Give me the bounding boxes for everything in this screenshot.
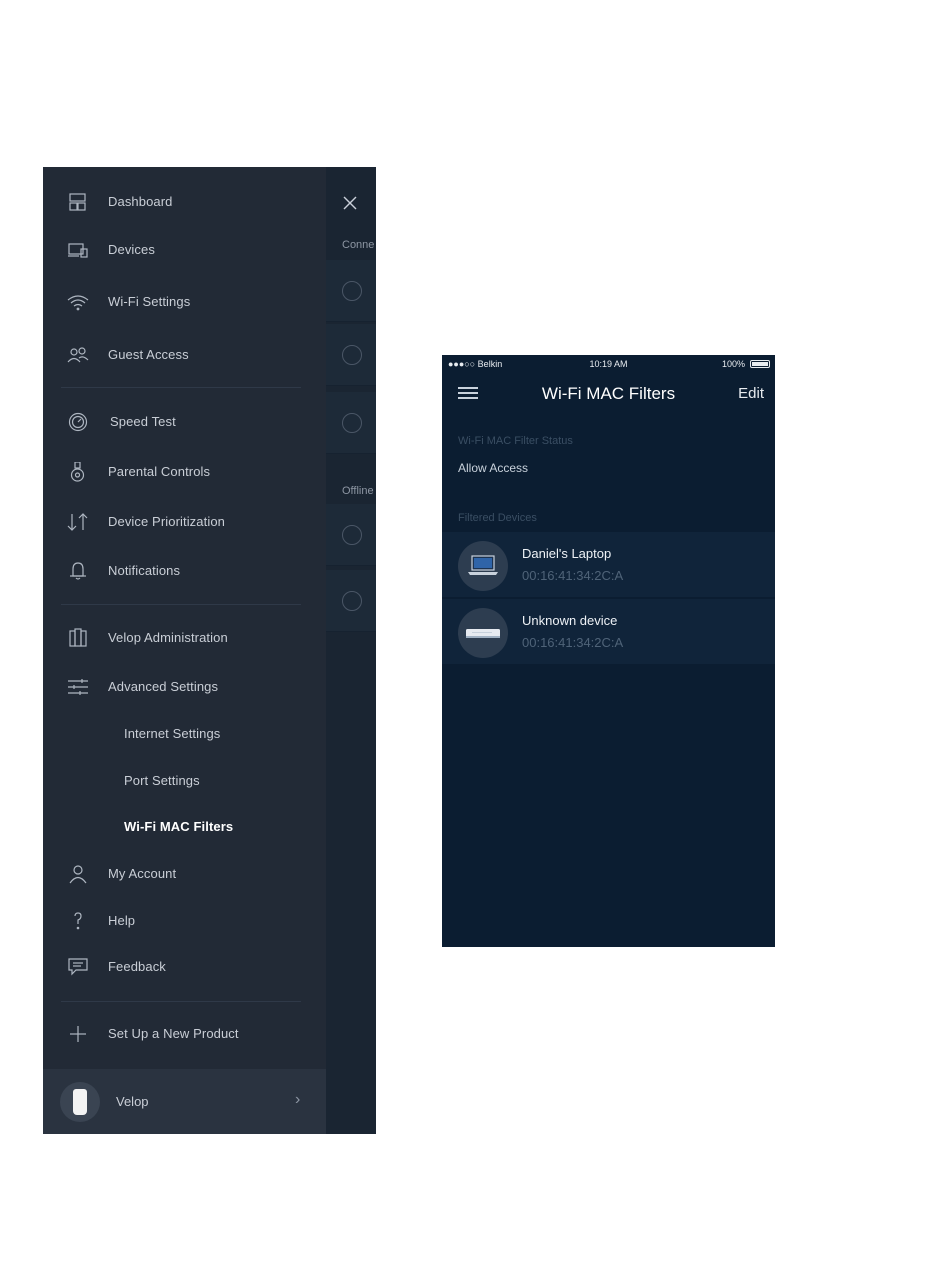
nav-item-my-account[interactable]: My Account xyxy=(43,856,326,892)
nav-item-help[interactable]: Help xyxy=(43,903,326,939)
nav-item-set-up-new-product[interactable]: Set Up a New Product xyxy=(43,1016,326,1052)
nav-item-notifications[interactable]: Notifications xyxy=(43,553,326,589)
device-icon xyxy=(342,413,362,433)
chevron-right-icon: › xyxy=(295,1091,301,1108)
wifi-mac-filters-screenshot: ●●●○○ Belkin 10:19 AM 100% Wi-Fi MAC Fil… xyxy=(442,355,775,947)
device-name: Daniel's Laptop xyxy=(522,546,612,561)
device-row[interactable] xyxy=(326,392,376,454)
chat-bubble-icon xyxy=(68,958,88,976)
nav-label: Internet Settings xyxy=(124,726,221,741)
velop-node-footer[interactable]: Velop › xyxy=(43,1069,326,1134)
nav-label: Help xyxy=(108,913,136,928)
nav-label: Set Up a New Product xyxy=(108,1026,239,1041)
nav-label: Feedback xyxy=(108,959,166,974)
parental-controls-icon xyxy=(70,462,85,482)
nav-label: Guest Access xyxy=(108,347,189,362)
nav-item-dashboard[interactable]: Dashboard xyxy=(43,184,326,220)
device-mac: 00:16:41:34:2C:A xyxy=(522,635,624,650)
device-name: Unknown device xyxy=(522,613,618,628)
nav-label: My Account xyxy=(108,866,177,881)
status-bar: ●●●○○ Belkin 10:19 AM 100% xyxy=(442,355,775,373)
nav-item-wifi-settings[interactable]: Wi-Fi Settings xyxy=(43,284,326,320)
nav-label: Wi-Fi MAC Filters xyxy=(124,819,234,834)
drawer-divider xyxy=(61,604,301,605)
velop-admin-icon xyxy=(69,628,87,647)
nav-item-device-prioritization[interactable]: Device Prioritization xyxy=(43,504,326,540)
nav-item-speed-test[interactable]: Speed Test xyxy=(43,404,326,440)
filtered-devices-label: Filtered Devices xyxy=(458,512,537,524)
drawer-divider xyxy=(61,387,301,388)
nav-label: Speed Test xyxy=(110,414,176,429)
nav-item-guest-access[interactable]: Guest Access xyxy=(43,337,326,373)
nav-label: Advanced Settings xyxy=(108,679,219,694)
nav-label: Wi-Fi Settings xyxy=(108,294,191,309)
nav-item-parental-controls[interactable]: Parental Controls xyxy=(43,454,326,490)
nav-label: Devices xyxy=(108,242,155,257)
device-icon xyxy=(342,525,362,545)
battery-percent: 100% xyxy=(721,359,745,369)
nav-label: Device Prioritization xyxy=(108,514,225,529)
device-row[interactable] xyxy=(326,570,376,632)
device-icon xyxy=(342,281,362,301)
navigation-drawer-screenshot: Dashboard Devices Wi-Fi Settings Guest A… xyxy=(43,167,376,1134)
velop-node-icon xyxy=(60,1082,100,1122)
plus-icon xyxy=(70,1026,86,1042)
nav-label: Dashboard xyxy=(108,194,173,209)
nav-label: Notifications xyxy=(108,563,181,578)
question-icon xyxy=(74,912,82,930)
battery-icon xyxy=(750,360,770,368)
nav-subitem-port-settings[interactable]: Port Settings xyxy=(43,763,326,799)
device-icon xyxy=(342,591,362,611)
filtered-device-row[interactable]: Unknown device 00:16:41:34:2C:A xyxy=(442,599,775,665)
devices-icon xyxy=(68,243,88,258)
device-row[interactable] xyxy=(326,260,376,322)
page-title: Wi-Fi MAC Filters xyxy=(541,384,676,403)
mac-filter-status-value[interactable]: Allow Access xyxy=(458,461,528,475)
device-row[interactable] xyxy=(326,324,376,386)
nav-subitem-wifi-mac-filters[interactable]: Wi-Fi MAC Filters xyxy=(43,809,326,845)
sliders-icon xyxy=(68,679,88,695)
nav-label: Parental Controls xyxy=(108,464,211,479)
nav-item-velop-administration[interactable]: Velop Administration xyxy=(43,620,326,656)
person-icon xyxy=(69,865,87,884)
nav-item-advanced-settings[interactable]: Advanced Settings xyxy=(43,669,326,705)
device-icon xyxy=(342,345,362,365)
offline-section-header: Offline xyxy=(342,485,374,497)
velop-node-label: Velop xyxy=(116,1094,149,1109)
nav-label: Port Settings xyxy=(124,773,200,788)
nav-label: Velop Administration xyxy=(108,630,228,645)
drawer-divider xyxy=(61,1001,301,1002)
device-row[interactable] xyxy=(326,504,376,566)
navigation-drawer: Dashboard Devices Wi-Fi Settings Guest A… xyxy=(43,167,326,1134)
speedometer-icon xyxy=(68,412,88,432)
prioritization-arrows-icon xyxy=(67,513,88,531)
connected-section-header: Conne xyxy=(342,239,375,251)
underlying-devices-screen: Conne Offline xyxy=(326,167,376,1134)
edit-button[interactable]: Edit xyxy=(738,385,764,402)
wifi-icon xyxy=(67,295,89,311)
filtered-device-row[interactable]: Daniel's Laptop 00:16:41:34:2C:A xyxy=(442,532,775,598)
generic-device-icon xyxy=(458,608,508,658)
close-icon[interactable] xyxy=(340,193,360,213)
nav-item-devices[interactable]: Devices xyxy=(43,232,326,268)
device-mac: 00:16:41:34:2C:A xyxy=(522,568,624,583)
laptop-icon xyxy=(458,541,508,591)
bell-icon xyxy=(70,562,86,580)
mac-filter-status-label: Wi-Fi MAC Filter Status xyxy=(458,435,573,447)
nav-item-feedback[interactable]: Feedback xyxy=(43,949,326,985)
guest-icon xyxy=(67,347,89,363)
dashboard-icon xyxy=(69,193,86,211)
nav-subitem-internet-settings[interactable]: Internet Settings xyxy=(43,716,326,752)
